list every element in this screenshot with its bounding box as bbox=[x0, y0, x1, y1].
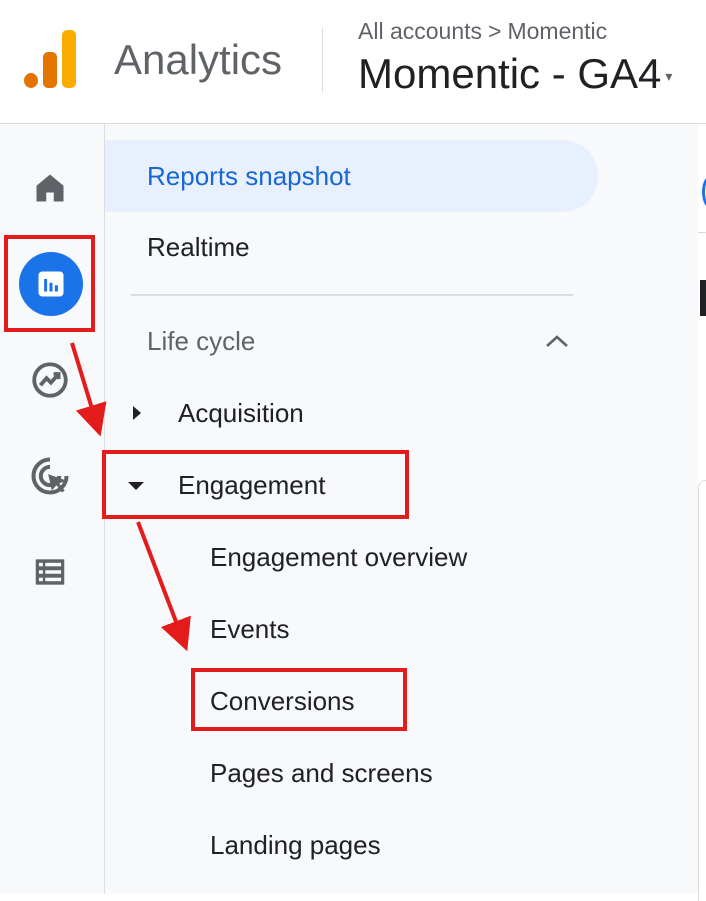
explore-icon bbox=[32, 362, 68, 398]
nav-item-realtime[interactable]: Realtime bbox=[147, 232, 250, 263]
home-icon bbox=[36, 174, 64, 202]
content-divider bbox=[698, 232, 706, 233]
analytics-logo-icon[interactable] bbox=[24, 30, 76, 88]
nav-item-pages-and-screens[interactable]: Pages and screens bbox=[210, 758, 433, 789]
rail-configure[interactable] bbox=[20, 542, 80, 602]
breadcrumb-separator: > bbox=[488, 18, 502, 44]
breadcrumb[interactable]: All accounts > Momentic bbox=[358, 18, 607, 45]
rail-home[interactable] bbox=[20, 158, 80, 218]
section-life-cycle[interactable]: Life cycle bbox=[147, 326, 255, 357]
app-name: Analytics bbox=[114, 36, 283, 83]
rail-advertising[interactable] bbox=[20, 446, 80, 506]
property-selector[interactable]: Momentic - GA4 ▾ bbox=[358, 50, 672, 98]
nav-divider bbox=[131, 294, 573, 296]
annotation-box-conversions bbox=[191, 668, 407, 731]
top-bar: Analytics All accounts > Momentic Momentic… bbox=[0, 0, 706, 124]
rail-explore[interactable] bbox=[20, 350, 80, 410]
chevron-up-icon[interactable] bbox=[545, 334, 569, 348]
nav-item-acquisition[interactable]: Acquisition bbox=[178, 398, 304, 429]
content-card-edge bbox=[698, 480, 706, 901]
chevron-down-icon: ▾ bbox=[665, 68, 673, 85]
property-name: Momentic - GA4 bbox=[358, 50, 662, 97]
annotation-box-reports bbox=[4, 235, 95, 332]
nav-item-reports-snapshot[interactable]: Reports snapshot bbox=[105, 140, 598, 212]
nav-item-landing-pages[interactable]: Landing pages bbox=[210, 830, 381, 861]
breadcrumb-all-accounts[interactable]: All accounts bbox=[358, 18, 482, 44]
caret-right-icon[interactable] bbox=[131, 405, 143, 421]
content-title-edge bbox=[700, 280, 706, 316]
content-chip-edge bbox=[702, 176, 706, 208]
header-divider bbox=[322, 28, 323, 92]
main-content-edge bbox=[698, 124, 706, 901]
nav-item-label: Reports snapshot bbox=[147, 161, 351, 191]
annotation-box-engagement bbox=[102, 450, 409, 519]
configure-list-icon bbox=[35, 559, 65, 585]
breadcrumb-account[interactable]: Momentic bbox=[507, 18, 607, 44]
nav-item-events[interactable]: Events bbox=[210, 614, 290, 645]
nav-item-engagement-overview[interactable]: Engagement overview bbox=[210, 542, 467, 573]
advertising-icon bbox=[31, 457, 69, 495]
